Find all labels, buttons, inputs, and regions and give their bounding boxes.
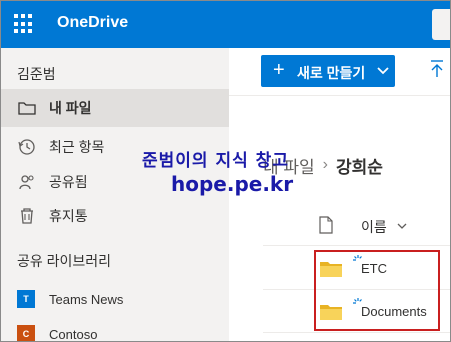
onedrive-window: OneDrive 김준범 내 파일 최근 항목 공유됨 휴지통 공유 라이브러리… xyxy=(0,0,451,342)
file-type-icon[interactable] xyxy=(319,216,333,234)
library-badge: T xyxy=(17,290,35,308)
chevron-down-icon[interactable] xyxy=(396,220,408,232)
upload-icon[interactable] xyxy=(429,59,445,79)
watermark-url: hope.pe.kr xyxy=(171,172,294,196)
library-badge: C xyxy=(17,325,35,341)
file-name[interactable]: Documents xyxy=(361,304,427,319)
people-icon xyxy=(18,173,36,191)
user-name: 김준범 xyxy=(17,66,56,82)
column-header-name[interactable]: 이름 xyxy=(361,217,387,237)
sidebar-item-recycle-bin[interactable]: 휴지통 xyxy=(1,197,229,235)
app-launcher-icon[interactable] xyxy=(14,14,34,34)
folder-icon xyxy=(18,99,36,117)
sidebar-item-label: 내 파일 xyxy=(49,100,92,116)
chevron-down-icon xyxy=(377,67,389,75)
folder-icon xyxy=(320,305,342,320)
trash-icon xyxy=(18,207,36,225)
command-bar-divider xyxy=(229,95,450,96)
shared-libraries-heading: 공유 라이브러리 xyxy=(17,253,112,269)
library-item-teams-news[interactable]: T Teams News xyxy=(1,283,229,315)
folder-icon xyxy=(320,262,342,277)
list-item[interactable]: Documents xyxy=(263,290,450,333)
plus-icon: + xyxy=(273,59,285,81)
sidebar-item-label: 공유됨 xyxy=(49,174,88,190)
search-box[interactable] xyxy=(432,9,450,40)
app-title[interactable]: OneDrive xyxy=(57,14,128,32)
file-name[interactable]: ETC xyxy=(361,261,387,276)
list-item[interactable]: ETC xyxy=(263,247,450,290)
history-icon xyxy=(18,138,36,156)
breadcrumb-current: 강희순 xyxy=(335,157,383,177)
top-app-bar: OneDrive xyxy=(1,1,450,48)
new-button-label: 새로 만들기 xyxy=(297,65,366,81)
sidebar-item-label: 최근 항목 xyxy=(49,139,105,155)
sidebar-item-label: 휴지통 xyxy=(49,208,88,224)
library-label: Teams News xyxy=(49,291,124,307)
watermark-title: 준범이의 지식 창고 xyxy=(142,151,289,171)
library-label: Contoso xyxy=(49,326,98,342)
new-button[interactable]: + 새로 만들기 xyxy=(261,55,395,87)
chevron-right-icon: › xyxy=(322,156,328,173)
library-item-contoso[interactable]: C Contoso xyxy=(1,318,229,342)
row-divider xyxy=(263,332,450,333)
sidebar-item-my-files[interactable]: 내 파일 xyxy=(1,89,229,127)
list-header-divider xyxy=(263,245,450,246)
